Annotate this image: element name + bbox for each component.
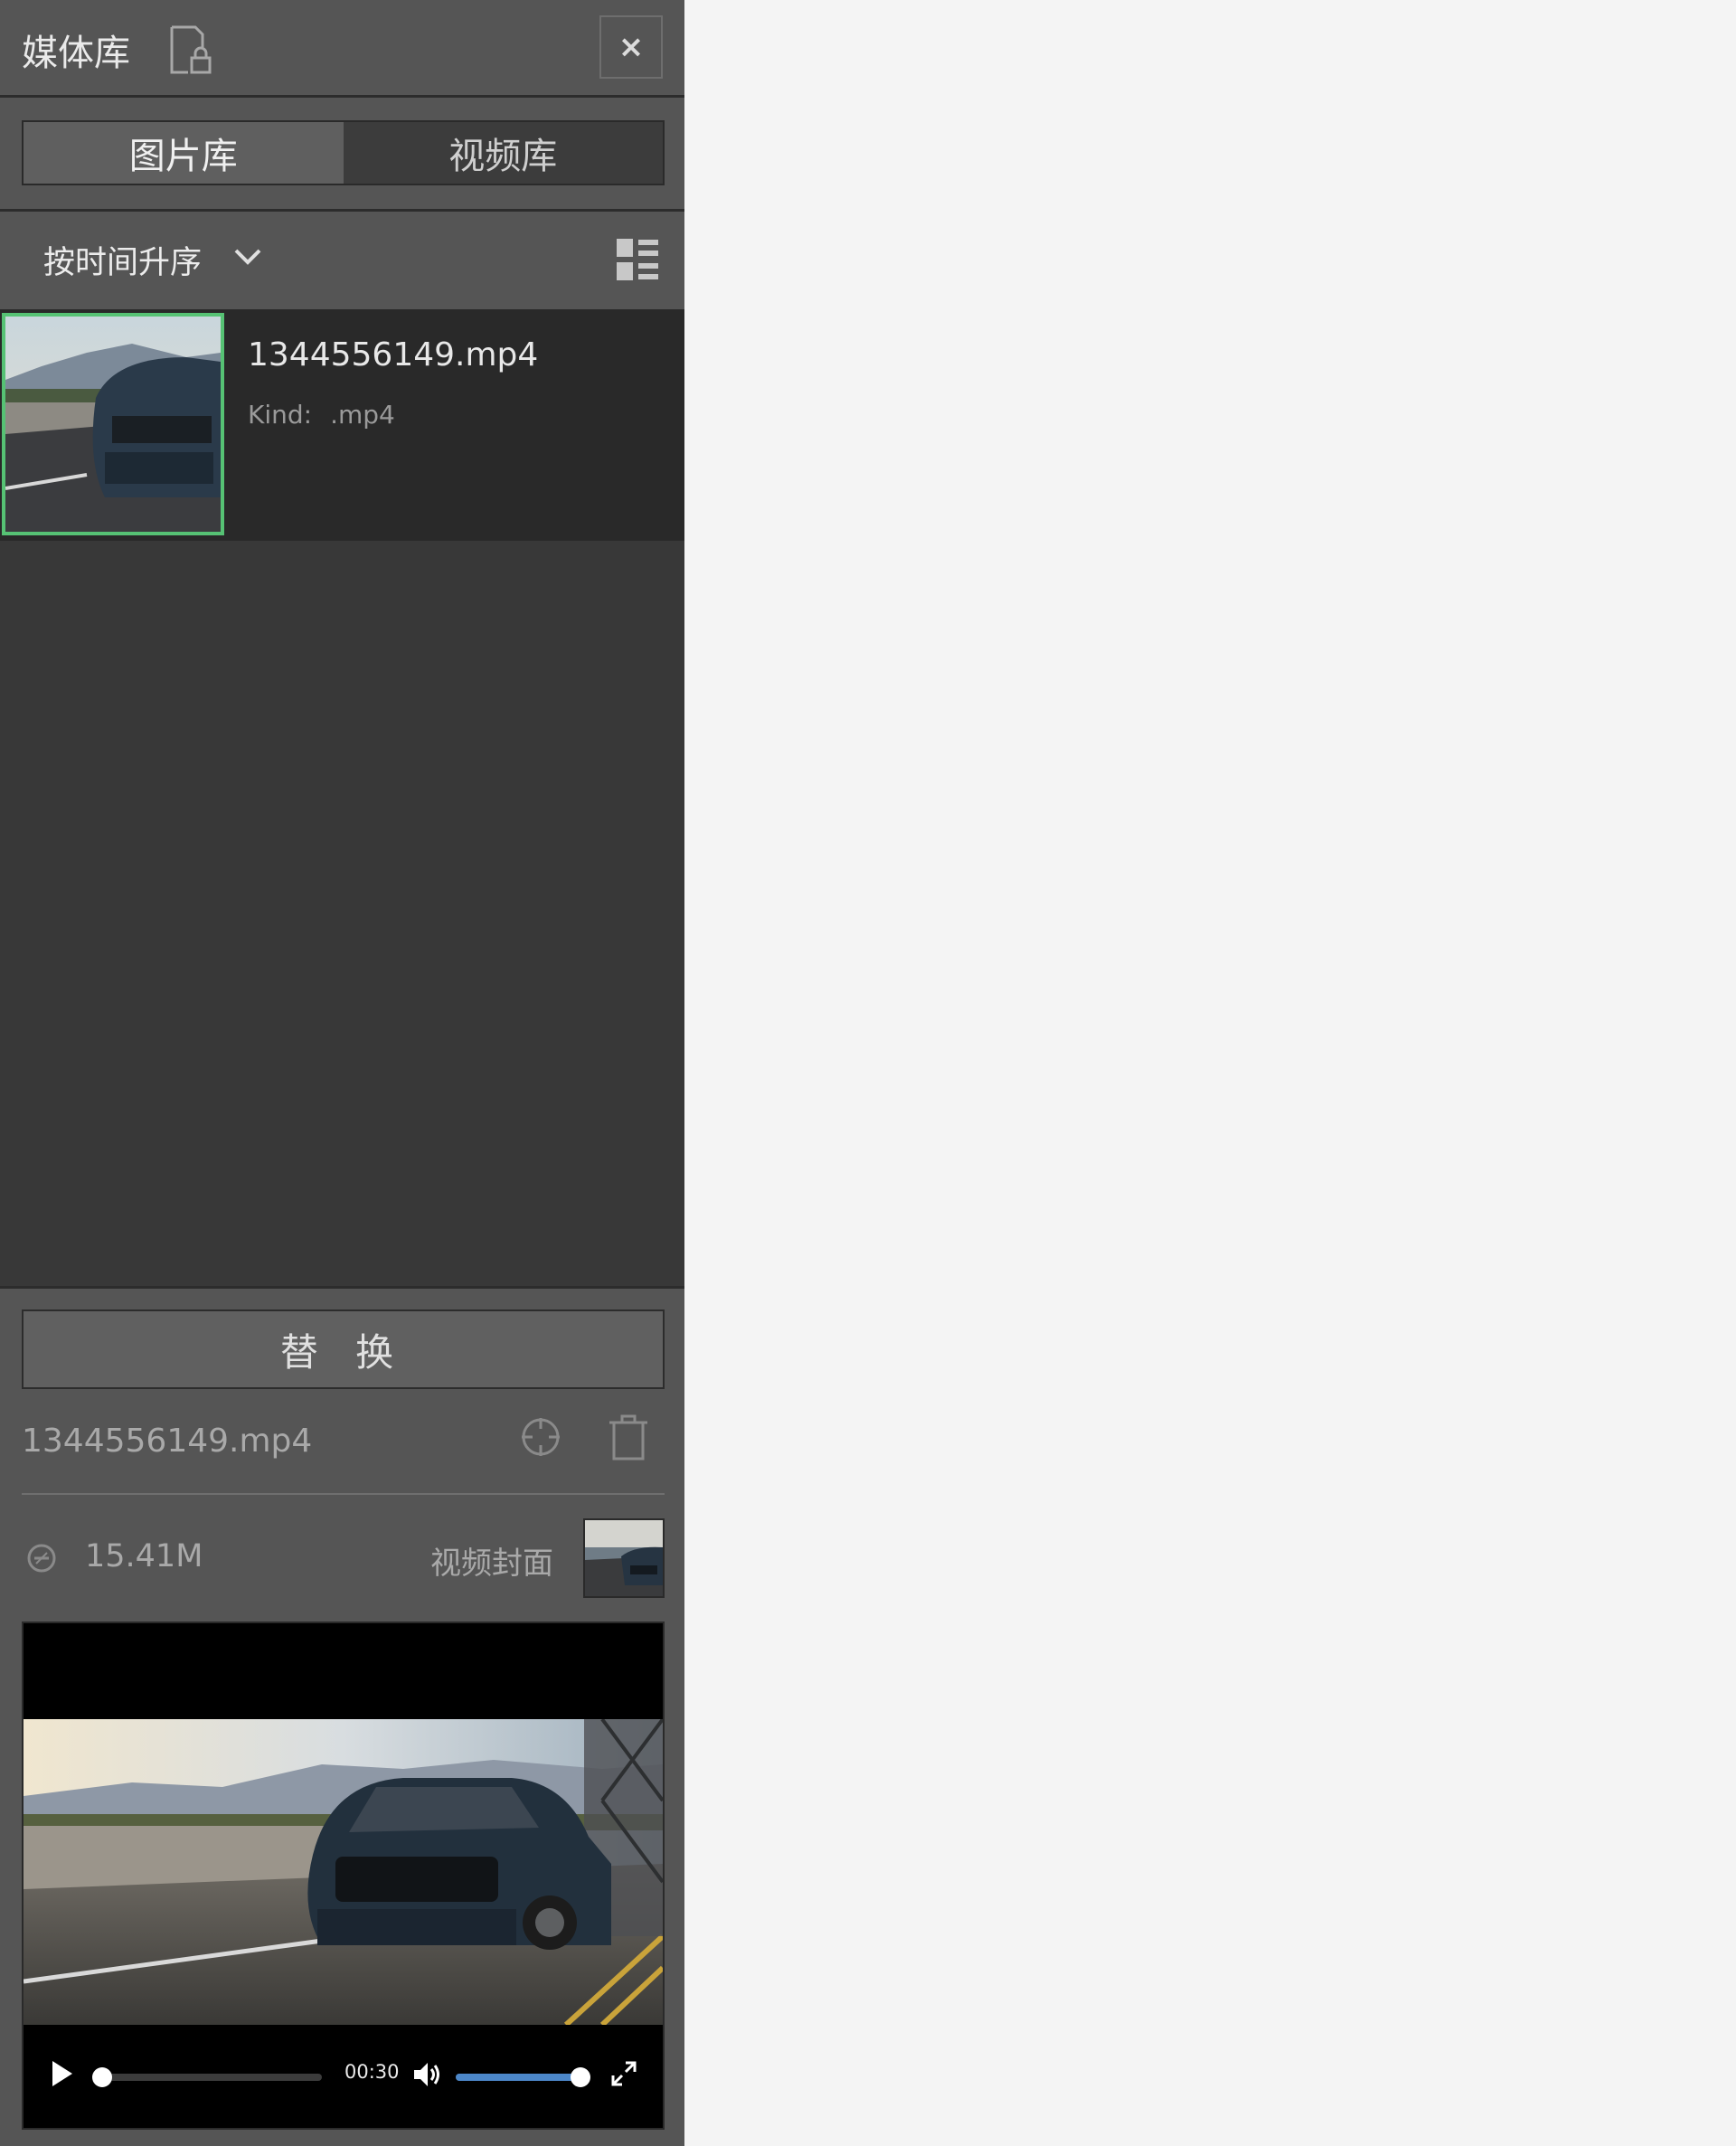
sort-bar: 按时间升序 [0,212,684,309]
workspace-background [687,0,1736,2146]
list-view-toggle-icon[interactable] [615,237,660,286]
lock-document-icon[interactable] [168,25,213,80]
video-frame [24,1719,663,2025]
video-time: 00:30 [344,2061,400,2083]
list-item[interactable]: 1344556149.mp4 Kind: .mp4 [0,309,684,541]
fullscreen-icon[interactable] [609,2059,638,2092]
seek-handle[interactable] [92,2067,112,2087]
video-controls: 00:30 [24,2025,663,2128]
kind-value: .mp4 [330,400,395,430]
divider [22,1493,665,1495]
library-tabs: 图片库 视频库 [22,120,665,185]
video-cover-label: 视频封面 [430,1546,553,1582]
tab-image-library[interactable]: 图片库 [24,122,344,184]
crosshair-icon[interactable] [519,1415,562,1462]
media-file-kind: Kind: .mp4 [248,400,395,430]
media-thumbnail[interactable] [2,313,224,535]
chevron-down-icon[interactable] [231,246,264,271]
volume-slider[interactable] [456,2067,590,2087]
video-cover-thumbnail[interactable] [583,1518,665,1598]
media-file-name: 1344556149.mp4 [248,336,539,373]
file-size: 15.41M [85,1538,203,1574]
video-player[interactable]: 00:30 [22,1621,665,2130]
volume-fill [456,2074,580,2081]
trash-icon[interactable] [608,1413,649,1464]
panel-title: 媒体库 [22,33,130,74]
seek-bar[interactable] [92,2067,322,2087]
play-icon[interactable] [49,2057,76,2094]
sort-dropdown[interactable]: 按时间升序 [43,237,202,283]
media-library-panel: 媒体库 × 图片库 视频库 按时间升序 1344556149.mp4 Kind:… [0,0,684,2146]
close-icon: × [618,29,645,65]
kind-label: Kind: [248,400,313,430]
volume-icon[interactable] [412,2059,443,2094]
replace-button[interactable]: 替 换 [22,1309,665,1389]
panel-header: 媒体库 × [0,0,684,98]
close-button[interactable]: × [599,15,663,79]
file-size-icon [25,1542,58,1578]
library-tabs-bar: 图片库 视频库 [0,98,684,212]
detail-section: 替 换 1344556149.mp4 15.41M 视频封面 00:30 [0,1286,684,2146]
media-list: 1344556149.mp4 Kind: .mp4 [0,309,684,1286]
volume-handle[interactable] [571,2067,590,2087]
tab-video-library[interactable]: 视频库 [343,122,663,184]
selected-file-name: 1344556149.mp4 [22,1423,313,1460]
